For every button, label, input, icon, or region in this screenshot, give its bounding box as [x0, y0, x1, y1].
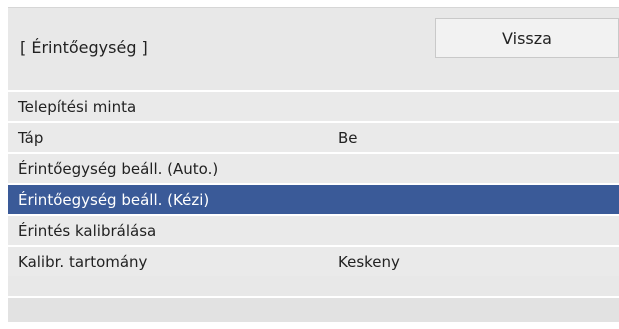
- menu-item-label: Táp: [18, 129, 44, 147]
- menu-title: [ Érintőegység ]: [20, 38, 148, 57]
- menu-header: [ Érintőegység ] Vissza: [8, 8, 619, 90]
- menu-item-label: Érintőegység beáll. (Kézi): [18, 191, 210, 209]
- menu-item-calibration-range[interactable]: Kalibr. tartomány Keskeny: [8, 245, 619, 276]
- menu-item-label: Telepítési minta: [18, 98, 137, 116]
- menu-item-installation-pattern[interactable]: Telepítési minta: [8, 90, 619, 121]
- menu-item-label: Érintés kalibrálása: [18, 222, 157, 240]
- menu-footer: [8, 296, 619, 322]
- menu-item-touch-setup-manual[interactable]: Érintőegység beáll. (Kézi): [8, 183, 619, 214]
- back-button[interactable]: Vissza: [435, 18, 619, 58]
- menu-item-touch-calibration[interactable]: Érintés kalibrálása: [8, 214, 619, 245]
- menu-list: Telepítési minta Táp Be Érintőegység beá…: [8, 90, 619, 276]
- menu-item-value: Keskeny: [338, 253, 400, 271]
- menu-item-label: Érintőegység beáll. (Auto.): [18, 160, 219, 178]
- menu-item-value: Be: [338, 129, 358, 147]
- menu-item-label: Kalibr. tartomány: [18, 253, 148, 271]
- touch-unit-menu: [ Érintőegység ] Vissza Telepítési minta…: [8, 7, 619, 322]
- menu-item-touch-setup-auto[interactable]: Érintőegység beáll. (Auto.): [8, 152, 619, 183]
- menu-item-power[interactable]: Táp Be: [8, 121, 619, 152]
